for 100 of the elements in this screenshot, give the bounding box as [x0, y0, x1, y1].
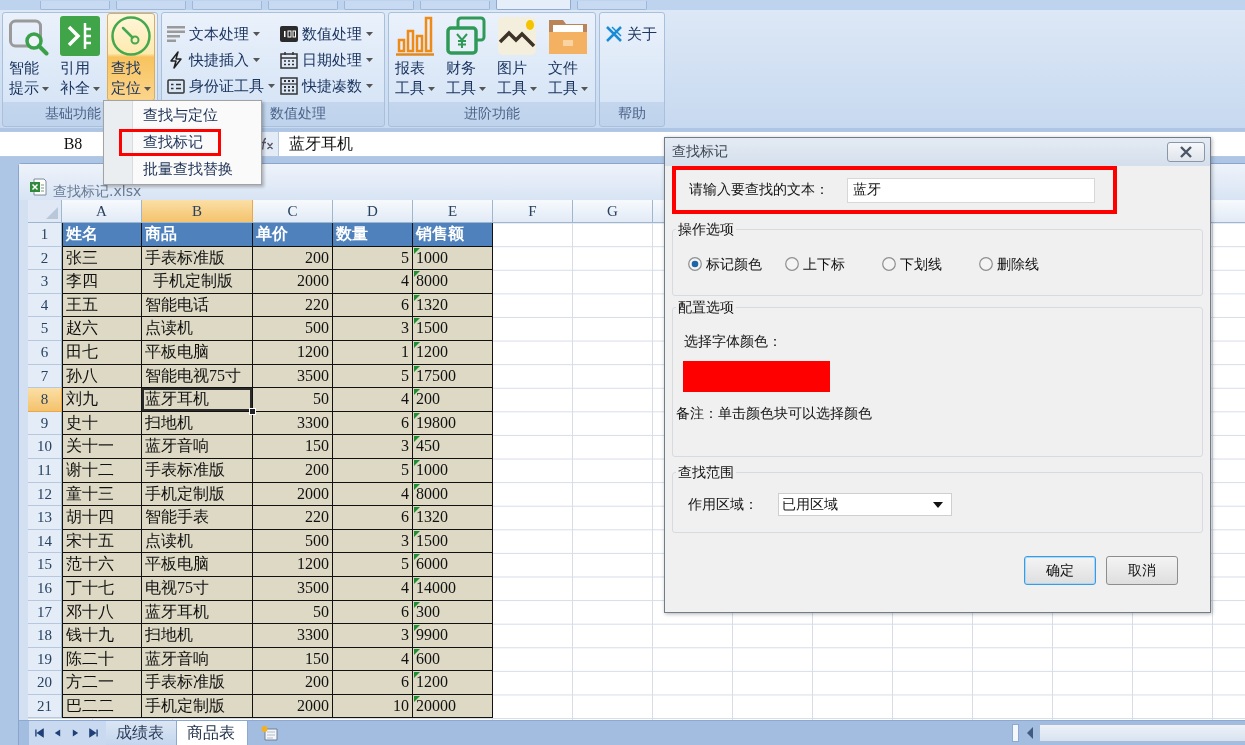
table-cell: 史十 [62, 411, 142, 436]
dialog-title: 查找标记 [672, 143, 728, 161]
table-cell: 蓝牙音响 [142, 647, 253, 672]
table-cell: 3300 [253, 411, 333, 436]
table-cell: 14000 [413, 576, 493, 601]
table-cell: 4 [333, 647, 413, 672]
table-cell: 300 [413, 600, 493, 625]
table-cell: 王五 [62, 293, 142, 318]
table-cell: 巴二二 [62, 694, 142, 719]
table-cell: 50 [253, 600, 333, 625]
table-cell: 1200 [413, 671, 493, 695]
table-cell: 8000 [413, 270, 493, 294]
table-cell: 谢十二 [62, 458, 142, 483]
table-cell: 9900 [413, 624, 493, 648]
field-label: 作用区域： [688, 495, 759, 514]
table-cell: 1200 [253, 553, 333, 577]
table-cell: 钱十九 [62, 624, 142, 648]
field-label: 请输入要查找的文本： [689, 181, 830, 199]
table-cell: 6 [333, 506, 413, 530]
table-cell: 手机定制版 [142, 694, 253, 719]
table-cell: 3 [333, 317, 413, 341]
table-cell: 50 [253, 388, 333, 412]
table-cell: 220 [253, 293, 333, 318]
group-label: 基础功能 [45, 105, 101, 123]
table-cell: 8000 [413, 482, 493, 507]
table-cell: 4 [333, 270, 413, 294]
table-cell: 姓名 [62, 223, 142, 247]
table-cell: 200 [253, 458, 333, 483]
table-cell: 220 [253, 506, 333, 530]
table-cell: 邓十八 [62, 600, 142, 625]
table-cell: 200 [253, 246, 333, 271]
table-cell: 450 [413, 435, 493, 459]
table-cell: 2000 [253, 270, 333, 294]
group-title: 查找范围 [677, 463, 735, 481]
field-label: 选择字体颜色： [684, 333, 782, 349]
table-cell: 点读机 [142, 529, 253, 554]
table-cell: 李四 [62, 270, 142, 294]
table-cell: 600 [413, 647, 493, 672]
table-cell: 6 [333, 600, 413, 625]
table-cell: 蓝牙音响 [142, 435, 253, 459]
table-cell: 5 [333, 364, 413, 389]
table-cell: 4 [333, 576, 413, 601]
table-cell: 1 [333, 340, 413, 365]
table-cell: 3 [333, 624, 413, 648]
table-cell: 销售额 [413, 223, 493, 247]
table-cell: 刘九 [62, 388, 142, 412]
table-cell: 赵六 [62, 317, 142, 341]
table-cell: 19800 [413, 411, 493, 436]
table-cell: 10 [333, 694, 413, 719]
table-cell: 3300 [253, 624, 333, 648]
table-cell: 平板电脑 [142, 340, 253, 365]
table-cell: 扫地机 [142, 411, 253, 436]
table-cell: 6 [333, 411, 413, 436]
table-cell: 孙八 [62, 364, 142, 389]
table-cell: 陈二十 [62, 647, 142, 672]
table-cell: 6 [333, 293, 413, 318]
table-cell: 手表标准版 [142, 458, 253, 483]
table-cell: 5 [333, 246, 413, 271]
table-cell: 150 [253, 647, 333, 672]
note-text: 备注：单击颜色块可以选择颜色 [676, 405, 872, 421]
group-title: 配置选项 [677, 298, 735, 316]
table-cell: 扫地机 [142, 624, 253, 648]
table-cell: 1500 [413, 529, 493, 554]
table-cell: 150 [253, 435, 333, 459]
table-cell: 500 [253, 317, 333, 341]
table-cell: 3500 [253, 364, 333, 389]
table-cell: 智能手表 [142, 506, 253, 530]
table-cell: 手机定制版 [142, 270, 253, 294]
table-cell: 范十六 [62, 553, 142, 577]
table-cell: 2000 [253, 694, 333, 719]
table-cell: 胡十四 [62, 506, 142, 530]
table-cell: 500 [253, 529, 333, 554]
table-cell: 5 [333, 553, 413, 577]
table-cell: 手机定制版 [142, 482, 253, 507]
table-cell: 3 [333, 529, 413, 554]
group-label: 数值处理 [270, 105, 326, 123]
table-cell: 平板电脑 [142, 553, 253, 577]
table-cell: 200 [253, 671, 333, 695]
table-cell: 蓝牙耳机 [142, 600, 253, 625]
table-cell: 1000 [413, 458, 493, 483]
group-title: 操作选项 [677, 220, 735, 238]
table-cell: 张三 [62, 246, 142, 271]
table-cell: 3 [333, 435, 413, 459]
table-cell: 1000 [413, 246, 493, 271]
table-cell: 6 [333, 671, 413, 695]
table-cell: 4 [333, 388, 413, 412]
table-cell: 智能电话 [142, 293, 253, 318]
group-label: 进阶功能 [464, 105, 520, 123]
table-cell: 点读机 [142, 317, 253, 341]
table-cell: 5 [333, 458, 413, 483]
table-cell: 2000 [253, 482, 333, 507]
workbook-title: 查找标记.xlsx [53, 183, 142, 199]
table-cell: 1320 [413, 506, 493, 530]
table-cell: 关十一 [62, 435, 142, 459]
table-cell: 宋十五 [62, 529, 142, 554]
table-cell: 1500 [413, 317, 493, 341]
table-cell: 田七 [62, 340, 142, 365]
table-cell: 1320 [413, 293, 493, 318]
table-cell: 20000 [413, 694, 493, 719]
table-cell: 童十三 [62, 482, 142, 507]
